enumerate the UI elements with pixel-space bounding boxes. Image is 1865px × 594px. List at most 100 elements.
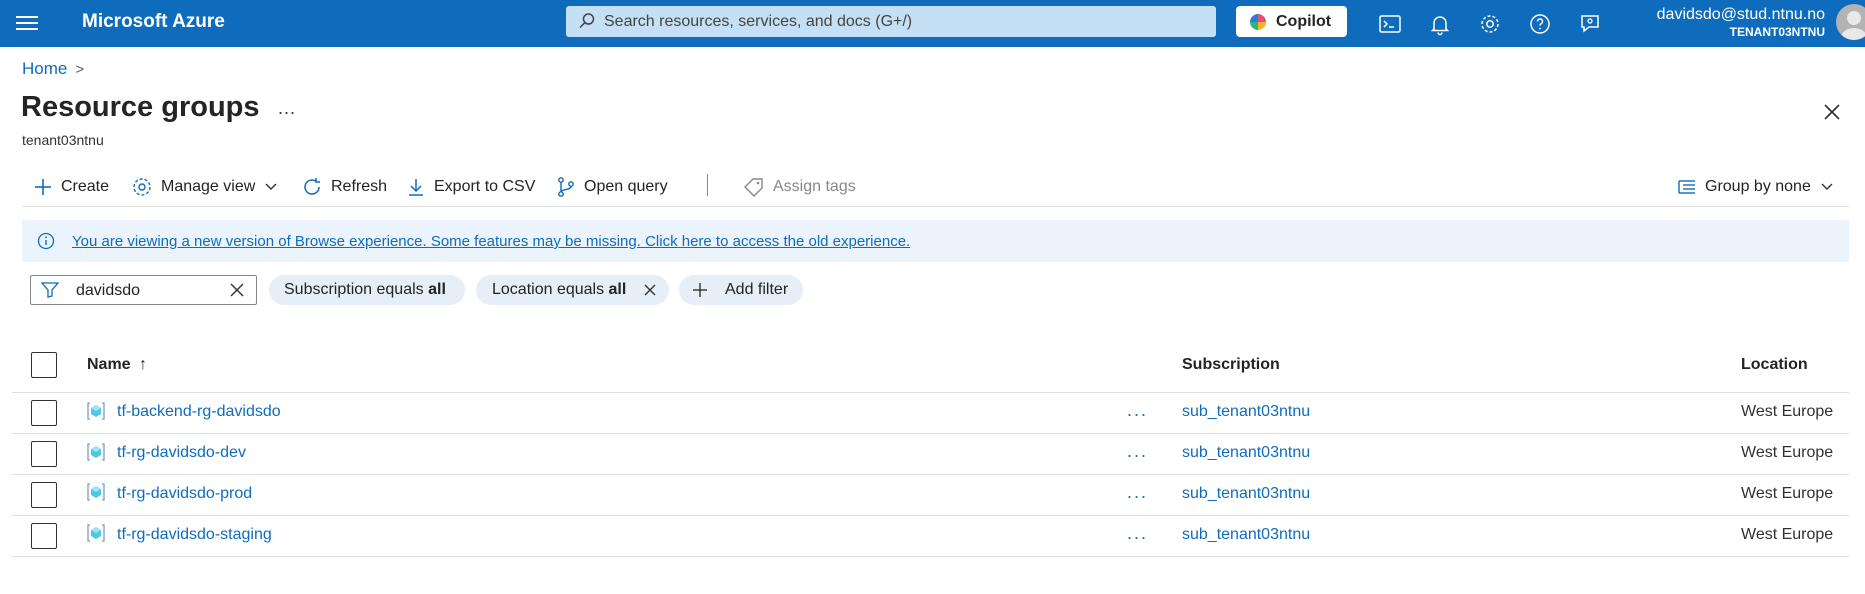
copilot-button[interactable]: Copilot <box>1236 6 1347 37</box>
resource-group-icon <box>87 483 105 501</box>
location-cell: West Europe <box>1741 444 1834 461</box>
row-more-button[interactable]: ... <box>1127 482 1148 503</box>
group-by-button[interactable]: Group by none <box>1677 172 1835 202</box>
account-menu[interactable]: davidsdo@stud.ntnu.no TENANT03NTNU <box>1657 6 1825 39</box>
row-checkbox[interactable] <box>31 400 57 426</box>
filter-input[interactable]: davidsdo <box>30 275 257 305</box>
search-icon <box>579 13 595 29</box>
refresh-button[interactable]: Refresh <box>301 172 387 202</box>
group-by-icon <box>1678 180 1695 194</box>
avatar-icon <box>1841 11 1865 40</box>
create-button[interactable]: Create <box>33 172 109 202</box>
chevron-down-icon <box>265 183 277 190</box>
info-banner: You are viewing a new version of Browse … <box>22 220 1849 262</box>
user-email: davidsdo@stud.ntnu.no <box>1656 6 1825 23</box>
top-bar: Microsoft Azure Search resources, servic… <box>0 0 1865 47</box>
create-label: Create <box>61 178 110 195</box>
plus-icon <box>35 179 51 195</box>
cloud-shell-icon[interactable] <box>1378 12 1402 36</box>
resource-group-link[interactable]: tf-rg-davidsdo-staging <box>117 526 272 544</box>
select-all-checkbox[interactable] <box>31 352 57 378</box>
row-more-button[interactable]: ... <box>1127 400 1148 421</box>
close-icon[interactable] <box>1820 100 1844 124</box>
subscription-filter-value: all <box>428 281 446 298</box>
location-filter-pill[interactable]: Location equals all <box>476 275 669 305</box>
query-icon <box>558 177 574 197</box>
row-checkbox[interactable] <box>31 441 57 467</box>
resource-group-link[interactable]: tf-backend-rg-davidsdo <box>117 403 281 421</box>
resource-group-link[interactable]: tf-rg-davidsdo-prod <box>117 485 252 503</box>
filter-icon <box>41 282 59 298</box>
row-divider <box>12 474 1849 475</box>
bell-icon[interactable] <box>1428 12 1452 36</box>
feedback-icon[interactable] <box>1578 12 1602 36</box>
user-tenant: TENANT03NTNU <box>1729 25 1825 39</box>
download-icon <box>409 179 423 196</box>
breadcrumb: Home > <box>22 59 84 79</box>
gear-icon[interactable] <box>1478 12 1502 36</box>
assign-tags-button[interactable]: Assign tags <box>743 172 856 202</box>
row-divider <box>12 433 1849 434</box>
row-more-button[interactable]: ... <box>1127 523 1148 544</box>
refresh-label: Refresh <box>331 178 388 195</box>
resource-group-icon <box>87 402 105 420</box>
resource-group-icon <box>87 443 105 461</box>
row-checkbox[interactable] <box>31 523 57 549</box>
name-header-label: Name <box>87 356 131 373</box>
location-column-header[interactable]: Location <box>1741 356 1808 374</box>
row-divider <box>12 392 1849 393</box>
subscription-link[interactable]: sub_tenant03ntnu <box>1182 485 1310 503</box>
group-by-label: Group by none <box>1705 178 1811 195</box>
row-checkbox[interactable] <box>31 482 57 508</box>
plus-icon <box>693 283 707 297</box>
command-bar-divider <box>22 206 1849 207</box>
export-csv-button[interactable]: Export to CSV <box>406 172 535 202</box>
subscription-column-header[interactable]: Subscription <box>1182 356 1280 374</box>
copilot-icon <box>1250 14 1266 30</box>
tag-icon <box>744 178 763 197</box>
row-divider <box>12 515 1849 516</box>
info-icon <box>37 232 55 250</box>
row-divider <box>12 556 1849 557</box>
more-options-button[interactable]: ... <box>278 98 296 119</box>
add-filter-label: Add filter <box>725 281 789 298</box>
resource-group-link[interactable]: tf-rg-davidsdo-dev <box>117 444 246 462</box>
export-csv-label: Export to CSV <box>434 178 536 195</box>
menu-icon[interactable] <box>16 13 38 33</box>
manage-view-icon <box>133 178 151 196</box>
open-query-button[interactable]: Open query <box>556 172 668 202</box>
clear-icon[interactable] <box>229 282 245 298</box>
location-cell: West Europe <box>1741 526 1834 543</box>
breadcrumb-home[interactable]: Home <box>22 59 67 78</box>
search-input[interactable]: Search resources, services, and docs (G+… <box>566 6 1216 37</box>
name-column-header[interactable]: Name ↑ <box>87 356 147 374</box>
subscription-filter-label: Subscription equals <box>284 281 429 298</box>
subscription-link[interactable]: sub_tenant03ntnu <box>1182 526 1310 544</box>
open-query-label: Open query <box>584 178 668 195</box>
resource-group-icon <box>87 524 105 542</box>
assign-tags-label: Assign tags <box>773 178 856 195</box>
chevron-down-icon <box>1821 183 1833 190</box>
page-title: Resource groups <box>21 91 260 123</box>
avatar[interactable] <box>1836 4 1865 40</box>
old-experience-link[interactable]: You are viewing a new version of Browse … <box>72 233 910 250</box>
command-separator <box>707 174 708 196</box>
manage-view-button[interactable]: Manage view <box>131 172 279 202</box>
location-filter-label: Location equals <box>492 281 609 298</box>
refresh-icon <box>304 178 320 195</box>
row-more-button[interactable]: ... <box>1127 441 1148 462</box>
location-filter-value: all <box>608 281 627 298</box>
subscription-link[interactable]: sub_tenant03ntnu <box>1182 444 1310 462</box>
search-placeholder: Search resources, services, and docs (G+… <box>604 13 913 30</box>
brand-title[interactable]: Microsoft Azure <box>82 11 225 33</box>
add-filter-button[interactable]: Add filter <box>679 275 803 305</box>
chevron-right-icon: > <box>75 61 85 78</box>
manage-view-label: Manage view <box>161 178 256 195</box>
copilot-label: Copilot <box>1276 13 1332 30</box>
subscription-filter-pill[interactable]: Subscription equals all <box>269 275 465 305</box>
subscription-link[interactable]: sub_tenant03ntnu <box>1182 403 1310 421</box>
filter-value: davidsdo <box>76 282 141 299</box>
remove-filter-icon[interactable] <box>644 284 656 296</box>
help-icon[interactable] <box>1528 12 1552 36</box>
page-subtitle: tenant03ntnu <box>22 132 104 148</box>
